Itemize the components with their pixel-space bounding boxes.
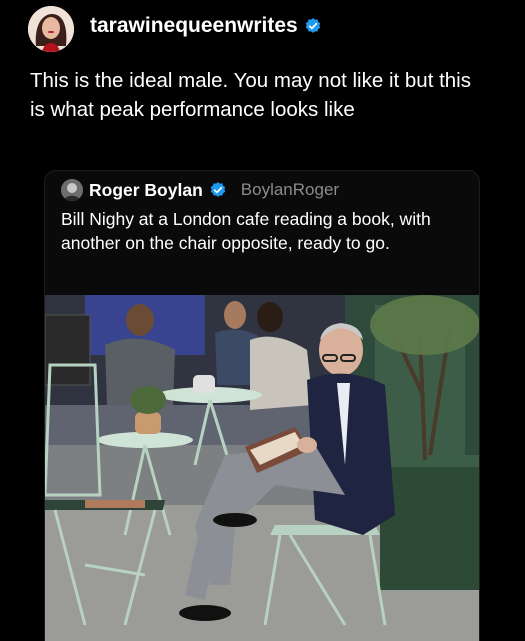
quoted-post-header: Roger Boylan BoylanRoger	[61, 179, 339, 201]
post-text: This is the ideal male. You may not like…	[30, 69, 471, 121]
left-shoe	[179, 605, 231, 621]
planter-box	[380, 460, 479, 590]
quoted-post[interactable]: Roger Boylan BoylanRoger Bill Nighy at a…	[44, 170, 480, 641]
book-on-chair	[85, 500, 145, 508]
quoted-author-name[interactable]: Roger Boylan	[89, 180, 203, 201]
cafe-photo[interactable]	[45, 295, 479, 641]
avatar[interactable]	[28, 6, 74, 52]
avatar-image	[28, 6, 74, 52]
right-shoe	[213, 513, 257, 527]
verified-badge-icon	[210, 182, 225, 197]
verified-badge-icon	[305, 18, 320, 33]
post-author[interactable]: tarawinequeenwrites	[90, 14, 322, 38]
quoted-author-handle[interactable]: BoylanRoger	[241, 180, 339, 200]
quoted-avatar-image	[61, 179, 83, 201]
username[interactable]: tarawinequeenwrites	[90, 14, 298, 38]
menu-board	[45, 314, 91, 386]
quoted-avatar[interactable]	[61, 179, 83, 201]
quoted-post-text: Bill Nighy at a London cafe reading a bo…	[61, 209, 431, 253]
